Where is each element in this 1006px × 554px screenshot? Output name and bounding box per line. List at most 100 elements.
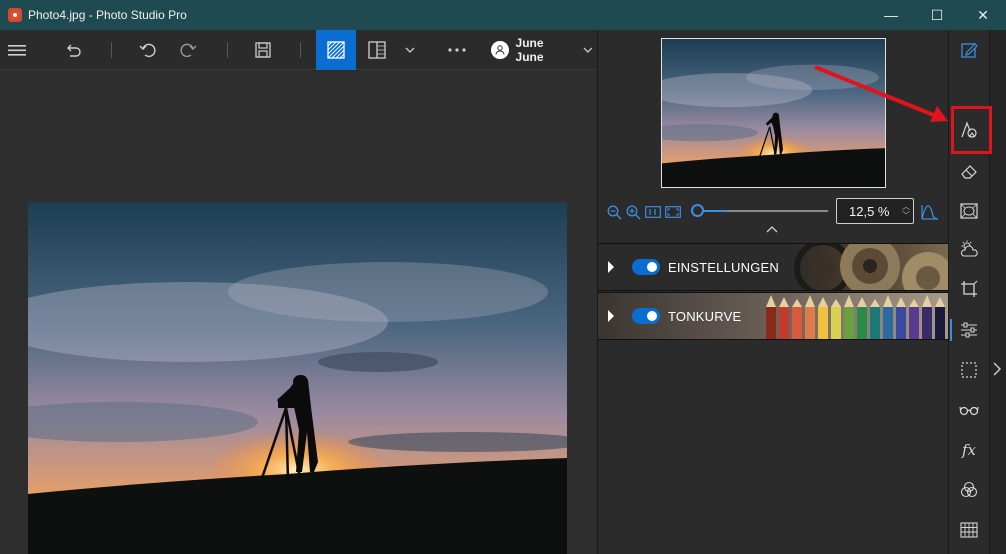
histogram-button[interactable]	[921, 204, 939, 220]
layer-einstellungen[interactable]: EINSTELLUNGEN	[598, 243, 948, 291]
pencil-decoration	[922, 307, 932, 339]
pencil-decoration	[805, 307, 815, 339]
collapse-navigator-button[interactable]	[766, 226, 782, 238]
save-icon	[255, 42, 271, 58]
zoom-in-icon	[626, 205, 640, 219]
view-mode-dropdown[interactable]	[400, 30, 420, 70]
pencil-decoration	[909, 307, 919, 339]
more-dots-icon	[448, 48, 466, 52]
layer-tonkurve-label: TONKURVE	[668, 309, 742, 324]
pencil-decoration	[870, 307, 880, 339]
fit-to-screen-icon	[665, 206, 681, 218]
expand-layer-icon[interactable]	[608, 310, 614, 322]
fx-tool-button[interactable]: fx	[958, 439, 980, 461]
single-view-icon	[327, 41, 345, 59]
zoom-actual-size-button[interactable]	[645, 204, 661, 220]
expand-layer-icon[interactable]	[608, 261, 614, 273]
color-channels-tool-button[interactable]	[958, 479, 980, 501]
zoom-value-input[interactable]: 12,5 % ︿ ﹀	[836, 198, 914, 224]
layer-tonkurve[interactable]: TONKURVE	[598, 292, 948, 340]
app-logo-icon	[8, 8, 22, 22]
sky-tool-button[interactable]	[958, 238, 980, 260]
toolbar-separator	[300, 42, 301, 58]
save-button[interactable]	[248, 30, 278, 70]
zoom-out-icon	[607, 205, 621, 219]
image-canvas[interactable]	[0, 71, 597, 554]
minimize-button[interactable]: —	[868, 0, 914, 30]
glasses-tool-button[interactable]	[958, 399, 980, 421]
pencil-decoration	[779, 307, 789, 339]
window-title: Photo4.jpg - Photo Studio Pro	[28, 8, 187, 22]
pencil-decoration	[896, 307, 906, 339]
edit-icon	[961, 43, 978, 58]
actual-size-icon	[645, 206, 661, 218]
pencil-decoration	[766, 307, 776, 339]
layer-einstellungen-label: EINSTELLUNGEN	[668, 260, 779, 275]
user-menu-button[interactable]: June June	[491, 30, 593, 70]
right-panel: 12,5 % ︿ ﹀ EINSTELLUNGEN TONKURVE	[598, 30, 948, 554]
pencil-decoration	[818, 307, 828, 339]
eraser-icon	[961, 165, 977, 179]
crop-tool-button[interactable]	[958, 278, 980, 300]
main-toolbar: June June	[0, 30, 598, 70]
menu-button[interactable]	[0, 30, 34, 70]
navigator-thumbnail[interactable]	[661, 38, 886, 188]
grid-icon	[960, 522, 978, 538]
zoom-controls: 12,5 % ︿ ﹀	[598, 196, 948, 226]
pencil-decoration	[935, 307, 945, 339]
undo-button[interactable]	[132, 30, 162, 70]
fx-icon: fx	[961, 441, 976, 459]
adjustments-tool-button[interactable]	[958, 319, 980, 341]
zoom-fit-button[interactable]	[665, 204, 681, 220]
pencil-decoration	[792, 307, 802, 339]
zoom-out-button[interactable]	[606, 204, 622, 220]
zoom-slider-track[interactable]	[702, 210, 828, 212]
undo-icon	[139, 43, 156, 58]
hamburger-icon	[8, 45, 26, 56]
sky-icon	[960, 240, 978, 257]
redo-button[interactable]	[174, 30, 204, 70]
edit-tool-button[interactable]	[958, 39, 980, 61]
split-view-icon	[368, 41, 386, 59]
vignette-icon	[960, 203, 978, 219]
photo-preview[interactable]	[28, 202, 567, 554]
adjustments-icon	[961, 322, 977, 338]
crop-icon	[961, 280, 978, 297]
chevron-up-icon	[766, 226, 778, 233]
pencil-decoration	[883, 307, 893, 339]
zoom-decrease-icon[interactable]: ﹀	[902, 210, 910, 221]
layer-tonkurve-toggle[interactable]	[632, 308, 660, 324]
single-view-button[interactable]	[316, 30, 356, 70]
grid-tool-button[interactable]	[958, 519, 980, 541]
user-avatar-icon	[491, 41, 509, 59]
chevron-down-icon	[405, 47, 415, 53]
zoom-in-button[interactable]	[625, 204, 641, 220]
color-channels-icon	[960, 481, 978, 498]
chevron-right-icon[interactable]	[993, 362, 1001, 376]
more-options-button[interactable]	[442, 30, 472, 70]
zoom-slider-handle[interactable]	[691, 204, 704, 217]
user-name: June June	[515, 36, 544, 64]
chevron-down-icon	[583, 47, 593, 53]
split-view-button[interactable]	[364, 30, 390, 70]
layer-einstellungen-toggle[interactable]	[632, 259, 660, 275]
active-tool-indicator	[950, 319, 952, 341]
toolbar-separator	[227, 42, 228, 58]
zoom-slider-fill	[702, 210, 728, 212]
pencil-decoration	[844, 307, 854, 339]
selection-tool-button[interactable]	[958, 359, 980, 381]
close-button[interactable]: ✕	[960, 0, 1006, 30]
vignette-tool-button[interactable]	[958, 200, 980, 222]
annotation-highlight-box	[951, 106, 992, 154]
redo-icon	[180, 43, 197, 58]
maximize-button[interactable]: ☐	[914, 0, 960, 30]
glasses-icon	[959, 406, 979, 416]
toolbar-separator	[111, 42, 112, 58]
pencil-decoration	[857, 307, 867, 339]
undo-all-button[interactable]	[58, 30, 88, 70]
selection-icon	[961, 362, 977, 378]
undo-all-icon	[67, 44, 81, 57]
zoom-value: 12,5 %	[849, 203, 890, 219]
title-bar: Photo4.jpg - Photo Studio Pro — ☐ ✕	[0, 0, 1006, 30]
eraser-tool-button[interactable]	[958, 160, 980, 182]
